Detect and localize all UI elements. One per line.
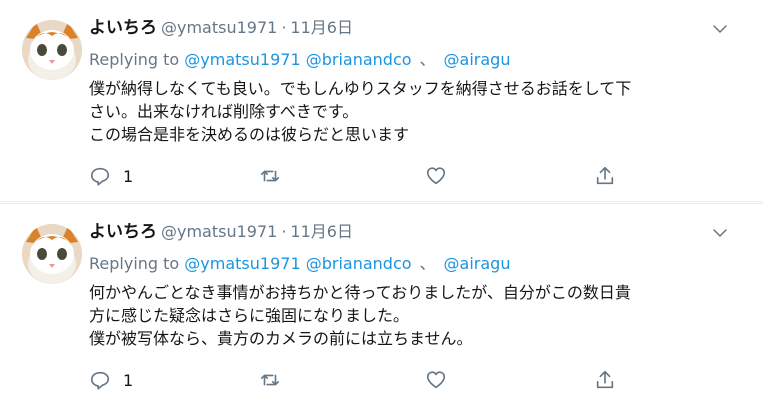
tweet-text-line: 僕が納得しなくても良い。でもしんゆりスタッフを納得させるお話をして下 — [89, 79, 632, 98]
retweet-button[interactable] — [259, 163, 281, 189]
mention-separator: 、 — [419, 50, 436, 69]
replying-to-label: Replying to — [89, 50, 180, 69]
avatar[interactable] — [22, 224, 82, 284]
mention-link[interactable]: @airagu — [444, 254, 511, 273]
tweet-header: よいちろ @ymatsu1971 · 11月6日 — [89, 220, 353, 244]
retweet-icon — [260, 374, 280, 386]
separator: · — [281, 18, 287, 37]
tweet-header: よいちろ @ymatsu1971 · 11月6日 — [89, 16, 353, 40]
reply-icon — [90, 371, 110, 390]
share-icon — [596, 166, 614, 185]
mention-separator: 、 — [419, 254, 436, 273]
tweet-text: 何かやんごとなき事情がお持ちかと待っておりましたが、自分がこの数日貴 方に感じた… — [89, 281, 749, 350]
chevron-down-icon — [713, 25, 727, 33]
separator: · — [281, 222, 287, 241]
replying-to: Replying to @ymatsu1971 @brianandco 、 @air… — [89, 49, 510, 71]
mention-link[interactable]: @brianandco — [306, 254, 412, 273]
more-options-button[interactable] — [711, 20, 735, 44]
heart-icon — [426, 167, 446, 185]
share-button[interactable] — [594, 367, 616, 393]
tweet-text-line: さい。出来なければ削除すべきです。 — [89, 102, 359, 121]
tweet-text-line: この場合是非を決めるのは彼らだと思います — [89, 125, 410, 144]
tweet[interactable]: よいちろ @ymatsu1971 · 11月6日 Replying to @ymats… — [0, 0, 763, 202]
reply-icon — [90, 167, 110, 186]
avatar[interactable] — [22, 20, 82, 80]
tweet-text: 僕が納得しなくても良い。でもしんゆりスタッフを納得させるお話をして下 さい。出来… — [89, 77, 749, 146]
tweet-text-line: 方に感じた疑念はさらに強固になりました。 — [89, 306, 410, 325]
user-handle[interactable]: @ymatsu1971 — [161, 18, 277, 37]
more-options-button[interactable] — [711, 224, 735, 248]
tweet-text-line: 何かやんごとなき事情がお持ちかと待っておりましたが、自分がこの数日貴 — [89, 283, 631, 302]
replying-to: Replying to @ymatsu1971 @brianandco 、 @air… — [89, 253, 510, 275]
mention-link[interactable]: @ymatsu1971 — [184, 254, 300, 273]
avatar-image — [22, 224, 82, 284]
reply-button[interactable]: 1 — [89, 163, 133, 189]
reply-count: 1 — [123, 370, 134, 390]
avatar-image — [22, 20, 82, 80]
share-icon — [596, 370, 614, 389]
chevron-down-icon — [713, 229, 727, 237]
reply-button[interactable]: 1 — [89, 367, 133, 393]
like-button[interactable] — [425, 163, 447, 189]
reply-count: 1 — [123, 166, 134, 186]
tweet[interactable]: よいちろ @ymatsu1971 · 11月6日 Replying to @ymats… — [0, 203, 763, 406]
share-button[interactable] — [594, 163, 616, 189]
display-name[interactable]: よいちろ — [89, 222, 157, 242]
mention-link[interactable]: @airagu — [444, 50, 511, 69]
tweet-actions: 1 — [89, 367, 649, 393]
timestamp[interactable]: 11月6日 — [290, 222, 353, 241]
mention-link[interactable]: @brianandco — [306, 50, 412, 69]
like-button[interactable] — [425, 367, 447, 393]
user-handle[interactable]: @ymatsu1971 — [161, 222, 277, 241]
timestamp[interactable]: 11月6日 — [290, 18, 353, 37]
replying-to-label: Replying to — [89, 254, 180, 273]
retweet-button[interactable] — [259, 367, 281, 393]
tweet-actions: 1 — [89, 163, 649, 189]
tweet-text-line: 僕が被写体なら、貴方のカメラの前には立ちません。 — [89, 329, 473, 348]
mention-link[interactable]: @ymatsu1971 — [184, 50, 300, 69]
heart-icon — [426, 371, 446, 389]
display-name[interactable]: よいちろ — [89, 18, 157, 38]
retweet-icon — [260, 170, 280, 182]
